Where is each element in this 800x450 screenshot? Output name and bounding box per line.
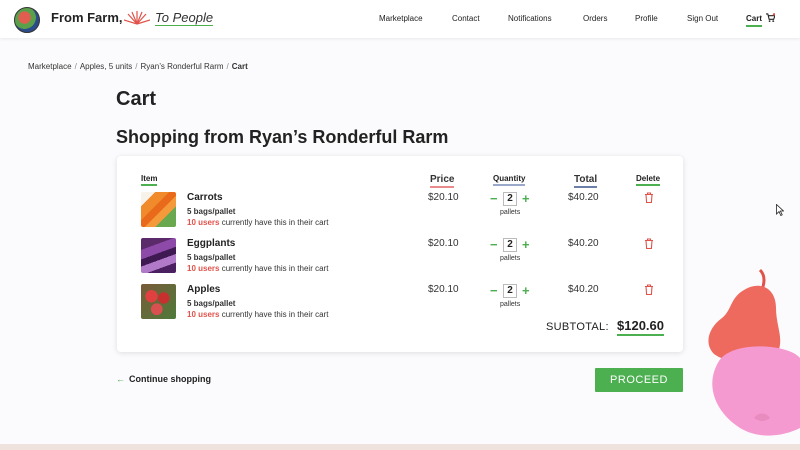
increase-quantity-button[interactable]: +	[522, 284, 530, 297]
item-unit-desc: 5 bags/pallet	[187, 207, 236, 216]
users-text: currently have this in their cart	[221, 310, 329, 319]
brand-name[interactable]: From Farm,	[51, 10, 123, 25]
item-unit-desc: 5 bags/pallet	[187, 253, 236, 262]
nav-profile[interactable]: Profile	[635, 14, 658, 23]
top-header: From Farm, To People Marketplace Contact…	[0, 0, 800, 38]
item-name[interactable]: Eggplants	[187, 238, 235, 249]
item-total: $40.20	[568, 238, 599, 249]
brand-tagline: To People	[155, 10, 214, 25]
item-price: $20.10	[428, 238, 459, 249]
decrease-quantity-button[interactable]: −	[490, 192, 498, 205]
increase-quantity-button[interactable]: +	[522, 192, 530, 205]
column-header-item: Item	[141, 174, 158, 186]
table-row: Carrots 5 bags/pallet 10 users currently…	[0, 192, 800, 232]
item-unit-desc: 5 bags/pallet	[187, 299, 236, 308]
shop-title: Shopping from Ryan’s Ronderful Rarm	[116, 127, 449, 147]
breadcrumb-marketplace[interactable]: Marketplace	[28, 62, 72, 71]
breadcrumb-farm[interactable]: Ryan’s Ronderful Rarm	[141, 62, 224, 71]
decrease-quantity-button[interactable]: −	[490, 238, 498, 251]
quantity-unit: pallets	[500, 255, 521, 262]
sunrise-icon	[124, 11, 150, 25]
footer-strip	[0, 444, 800, 450]
mouse-cursor-icon	[776, 204, 784, 216]
page-title: Cart	[116, 88, 157, 110]
users-count: 10 users	[187, 218, 220, 227]
item-total: $40.20	[568, 284, 599, 295]
item-name[interactable]: Carrots	[187, 192, 223, 203]
arrow-left-icon: ←	[116, 374, 125, 384]
carrots-thumbnail[interactable]	[141, 192, 176, 227]
users-count: 10 users	[187, 310, 220, 319]
subtotal-label: SUBTOTAL:	[546, 321, 609, 333]
continue-shopping-label: Continue shopping	[129, 374, 211, 384]
column-header-quantity: Quantity	[493, 174, 526, 186]
nav-marketplace[interactable]: Marketplace	[379, 14, 423, 23]
item-price: $20.10	[428, 284, 459, 295]
trash-icon[interactable]	[644, 238, 654, 249]
decorative-fruit-illustration	[708, 268, 800, 436]
apples-thumbnail[interactable]	[141, 284, 176, 319]
nav-cart[interactable]: Cart	[746, 14, 763, 27]
table-row: Apples 5 bags/pallet 10 users currently …	[0, 284, 800, 324]
users-text: currently have this in their cart	[221, 218, 329, 227]
logo-globe-icon[interactable]	[14, 7, 40, 33]
column-header-price: Price	[430, 174, 455, 188]
item-users-note: 10 users currently have this in their ca…	[187, 218, 328, 227]
item-price: $20.10	[428, 192, 459, 203]
quantity-input[interactable]: 2	[503, 238, 517, 252]
column-header-delete: Delete	[636, 174, 661, 186]
subtotal-value: $120.60	[617, 318, 664, 336]
trash-icon[interactable]	[644, 284, 654, 295]
breadcrumb-product[interactable]: Apples, 5 units	[80, 62, 132, 71]
nav-sign-out[interactable]: Sign Out	[687, 14, 718, 23]
nav-orders[interactable]: Orders	[583, 14, 607, 23]
decrease-quantity-button[interactable]: −	[490, 284, 498, 297]
quantity-input[interactable]: 2	[503, 284, 517, 298]
item-users-note: 10 users currently have this in their ca…	[187, 264, 328, 273]
breadcrumb-current: Cart	[231, 62, 248, 71]
nav-notifications[interactable]: Notifications	[508, 14, 552, 23]
users-text: currently have this in their cart	[221, 264, 329, 273]
increase-quantity-button[interactable]: +	[522, 238, 530, 251]
quantity-input[interactable]: 2	[503, 192, 517, 206]
eggplants-thumbnail[interactable]	[141, 238, 176, 273]
quantity-unit: pallets	[500, 209, 521, 216]
nav-contact[interactable]: Contact	[452, 14, 480, 23]
table-row: Eggplants 5 bags/pallet 10 users current…	[0, 238, 800, 278]
cart-icon[interactable]	[766, 13, 775, 22]
trash-icon[interactable]	[644, 192, 654, 203]
column-header-total: Total	[574, 174, 598, 188]
item-total: $40.20	[568, 192, 599, 203]
quantity-unit: pallets	[500, 301, 521, 308]
item-users-note: 10 users currently have this in their ca…	[187, 310, 328, 319]
breadcrumb: Marketplace / Apples, 5 units / Ryan’s Ronde…	[28, 62, 248, 71]
continue-shopping-link[interactable]: ← Continue shopping	[116, 374, 211, 384]
item-name[interactable]: Apples	[187, 284, 220, 295]
proceed-button[interactable]: PROCEED	[595, 368, 683, 392]
users-count: 10 users	[187, 264, 220, 273]
